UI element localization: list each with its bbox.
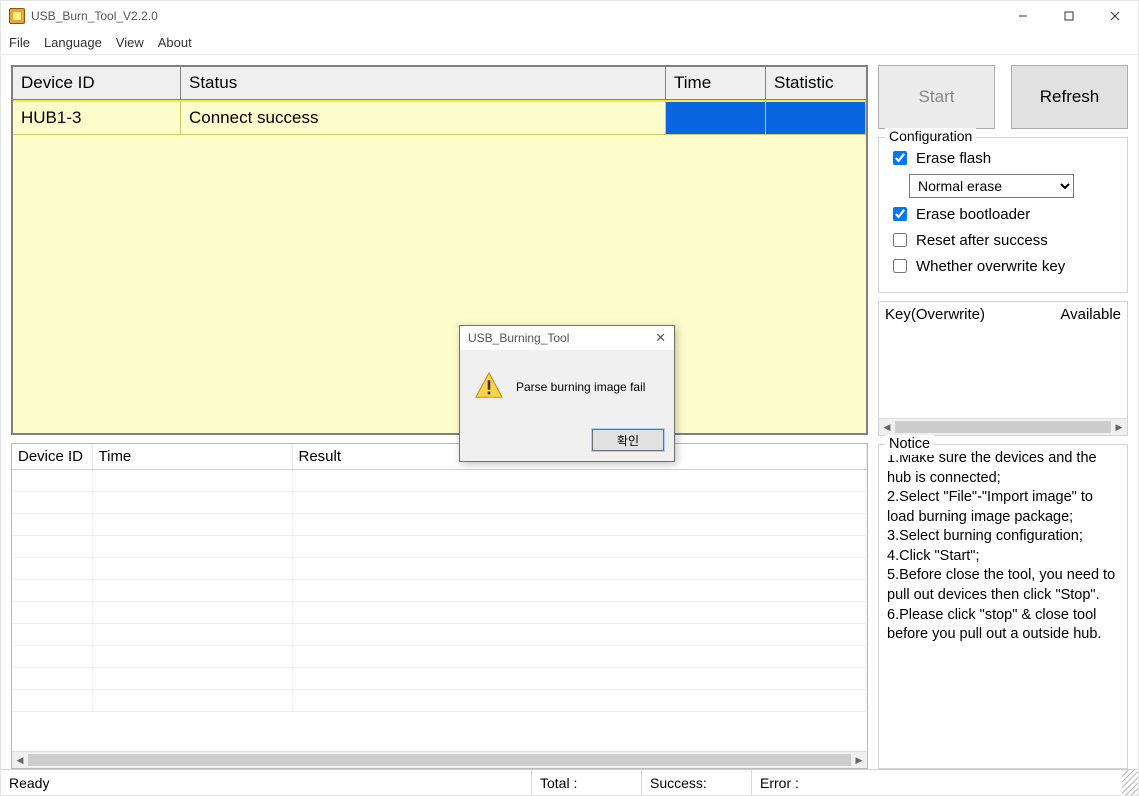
reset-after-label: Reset after success [916, 232, 1048, 249]
device-table: Device ID Status Time Statistic HUB1-3 C… [11, 65, 868, 435]
resize-grip-icon[interactable] [1122, 770, 1138, 795]
status-success: Success: [641, 770, 751, 795]
key-box-body [879, 327, 1127, 418]
device-table-body [13, 135, 866, 433]
reset-after-input[interactable] [893, 233, 907, 247]
maximize-button[interactable] [1046, 1, 1092, 31]
status-error: Error : [751, 770, 1122, 795]
table-row [12, 624, 867, 646]
table-row [12, 492, 867, 514]
notice-line: 5.Before close the tool, you need to pul… [887, 566, 1119, 605]
key-col-available: Available [1060, 306, 1121, 323]
window-controls [1000, 1, 1138, 31]
overwrite-key-label: Whether overwrite key [916, 258, 1065, 275]
notice-line: 3.Select burning configuration; [887, 527, 1119, 547]
minimize-button[interactable] [1000, 1, 1046, 31]
status-ready: Ready [1, 770, 531, 795]
configuration-group: Configuration Erase flash Normal erase E… [878, 137, 1128, 293]
col-time[interactable]: Time [666, 67, 766, 99]
configuration-legend: Configuration [885, 128, 976, 144]
notice-box: Notice 1.Make sure the devices and the h… [878, 444, 1128, 769]
key-col-overwrite: Key(Overwrite) [885, 306, 1060, 323]
left-column: Device ID Status Time Statistic HUB1-3 C… [11, 65, 868, 769]
statusbar: Ready Total : Success: Error : [1, 769, 1138, 795]
refresh-button[interactable]: Refresh [1011, 65, 1128, 129]
table-row [12, 470, 867, 492]
erase-flash-checkbox[interactable]: Erase flash [889, 148, 1117, 168]
scroll-right-icon[interactable]: ▶ [1111, 419, 1127, 435]
erase-bootloader-label: Erase bootloader [916, 206, 1030, 223]
scroll-thumb[interactable] [895, 421, 1111, 433]
menu-about[interactable]: About [158, 35, 192, 50]
table-row [12, 690, 867, 712]
col-statistic[interactable]: Statistic [766, 67, 866, 99]
close-button[interactable] [1092, 1, 1138, 31]
scroll-thumb[interactable] [28, 754, 851, 766]
app-window: USB_Burn_Tool_V2.2.0 File Language View … [0, 0, 1139, 796]
window-title: USB_Burn_Tool_V2.2.0 [31, 9, 1000, 23]
table-row [12, 646, 867, 668]
notice-legend: Notice [885, 435, 934, 455]
table-row [12, 514, 867, 536]
titlebar: USB_Burn_Tool_V2.2.0 [1, 1, 1138, 31]
erase-bootloader-input[interactable] [893, 207, 907, 221]
notice-line: 4.Click "Start"; [887, 547, 1119, 567]
overwrite-key-input[interactable] [893, 259, 907, 273]
action-buttons: Start Refresh [878, 65, 1128, 129]
cell-time [666, 100, 766, 135]
rescol-device-id[interactable]: Device ID [12, 444, 92, 470]
col-device-id[interactable]: Device ID [13, 67, 181, 99]
scroll-left-icon[interactable]: ◀ [12, 752, 28, 768]
notice-line: 2.Select "File"-"Import image" to load b… [887, 488, 1119, 527]
menubar: File Language View About [1, 31, 1138, 55]
horizontal-scrollbar[interactable]: ◀ ▶ [12, 751, 867, 768]
cell-status: Connect success [181, 100, 666, 135]
result-table: Device ID Time Result [12, 444, 867, 751]
key-scrollbar[interactable]: ◀ ▶ [879, 418, 1127, 435]
key-box-header: Key(Overwrite) Available [879, 302, 1127, 327]
erase-flash-label: Erase flash [916, 150, 991, 167]
rescol-time[interactable]: Time [92, 444, 292, 470]
status-total: Total : [531, 770, 641, 795]
menu-language[interactable]: Language [44, 35, 102, 50]
menu-file[interactable]: File [9, 35, 30, 50]
app-icon [9, 8, 25, 24]
col-status[interactable]: Status [181, 67, 666, 99]
scroll-left-icon[interactable]: ◀ [879, 419, 895, 435]
table-row [12, 558, 867, 580]
cell-device-id: HUB1-3 [13, 100, 181, 135]
rescol-result[interactable]: Result [292, 444, 867, 470]
reset-after-checkbox[interactable]: Reset after success [889, 230, 1117, 250]
table-row [12, 668, 867, 690]
main-area: Device ID Status Time Statistic HUB1-3 C… [1, 55, 1138, 769]
cell-statistic [766, 100, 866, 135]
result-table-body [12, 470, 867, 712]
erase-flash-input[interactable] [893, 151, 907, 165]
result-table-container: Device ID Time Result [11, 443, 868, 769]
key-box: Key(Overwrite) Available ◀ ▶ [878, 301, 1128, 436]
overwrite-key-checkbox[interactable]: Whether overwrite key [889, 256, 1117, 276]
device-table-header: Device ID Status Time Statistic [13, 67, 866, 100]
device-table-row[interactable]: HUB1-3 Connect success [13, 100, 866, 135]
erase-bootloader-checkbox[interactable]: Erase bootloader [889, 204, 1117, 224]
menu-view[interactable]: View [116, 35, 144, 50]
notice-line: 6.Please click "stop" & close tool befor… [887, 606, 1119, 645]
scroll-right-icon[interactable]: ▶ [851, 752, 867, 768]
erase-mode-select[interactable]: Normal erase [909, 174, 1074, 198]
notice-line: 1.Make sure the devices and the hub is c… [887, 449, 1119, 488]
table-row [12, 536, 867, 558]
right-column: Start Refresh Configuration Erase flash … [878, 65, 1128, 769]
table-row [12, 580, 867, 602]
start-button[interactable]: Start [878, 65, 995, 129]
table-row [12, 602, 867, 624]
